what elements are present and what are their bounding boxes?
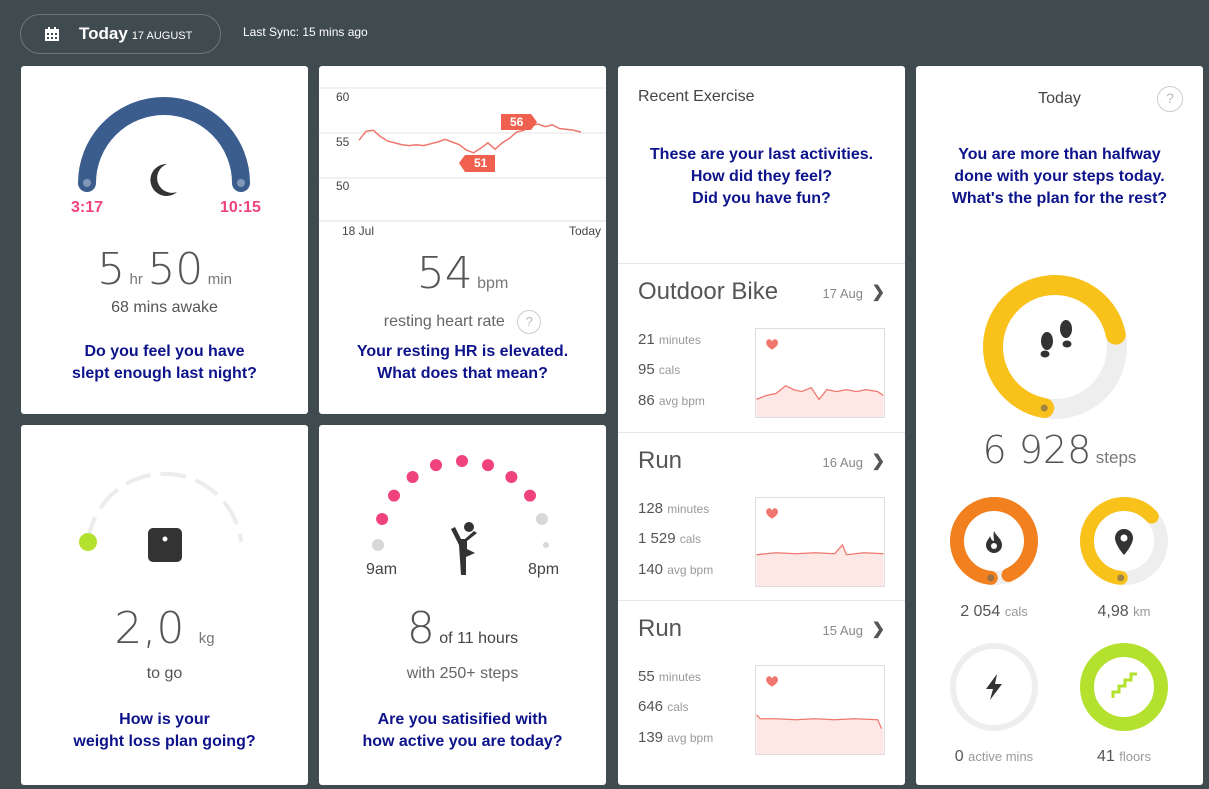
hour-dot — [482, 459, 494, 472]
hour-dot — [376, 513, 389, 525]
resting-hr-caption: resting heart rate ? — [319, 310, 606, 334]
chevron-right-icon[interactable]: ❯ — [872, 451, 885, 471]
hourly-activity-card[interactable]: 9am 8pm 8 of 11 hours with 250+ steps Ar… — [319, 425, 606, 785]
location-pin-icon — [1115, 529, 1133, 555]
weight-card[interactable]: 2,0 kg to go How is your weight loss pla… — [21, 425, 308, 785]
exercise-title: Recent Exercise — [638, 88, 755, 105]
weight-caption: to go — [146, 665, 183, 682]
weight-question: How is your weight loss plan going? — [73, 711, 256, 750]
exercise-name: Run — [638, 447, 683, 474]
exercise-item[interactable]: Outdoor Bike 17 Aug ❯ 21 minutes 95 cals… — [618, 263, 905, 432]
moon-icon — [150, 163, 177, 196]
hour-dot — [406, 471, 419, 483]
hourly-value: 8 of 11 hours — [406, 603, 519, 654]
y-tick-50: 50 — [336, 179, 350, 193]
calories-value: 2 054 cals — [960, 603, 1028, 620]
heart-rate-chart — [319, 87, 606, 222]
x-tick-end: Today — [568, 224, 601, 238]
hr-low-label: 51 — [474, 156, 488, 170]
help-icon[interactable]: ? — [1157, 86, 1183, 112]
steps-value: 6 928 steps — [982, 428, 1137, 472]
footsteps-icon — [1040, 320, 1072, 358]
hour-dot — [505, 471, 518, 483]
stairs-icon — [1111, 672, 1137, 698]
heart-icon — [766, 339, 778, 350]
hourly-caption: with 250+ steps — [406, 665, 519, 682]
steps-card[interactable]: Today ? You are more than halfway done w… — [916, 66, 1203, 785]
hour-dot — [388, 489, 400, 502]
flame-icon — [986, 531, 1002, 553]
awake-minutes: 68 mins awake — [111, 299, 218, 316]
scale-icon — [148, 528, 182, 562]
hourly-start: 9am — [366, 561, 398, 578]
sleep-duration: 5 hr 50 min — [97, 244, 232, 295]
exercise-date: 17 Aug — [822, 286, 864, 301]
weight-value: 2,0 kg — [114, 603, 215, 654]
exercise-bpm: 139 avg bpm — [638, 729, 714, 746]
exercise-date: 15 Aug — [822, 623, 864, 638]
sync-status: Last Sync: 15 mins ago — [243, 25, 368, 39]
y-tick-55: 55 — [336, 135, 350, 149]
exercise-date: 16 Aug — [822, 455, 864, 470]
heart-icon — [766, 676, 778, 687]
hour-dot — [372, 539, 384, 551]
resting-hr-value: 54 bpm — [416, 248, 509, 299]
chevron-right-icon[interactable]: ❯ — [872, 282, 885, 302]
exercise-minutes: 128 minutes — [638, 500, 710, 517]
hr-high-label: 56 — [510, 115, 524, 129]
exercise-minutes: 21 minutes — [638, 331, 701, 348]
exercise-minutes: 55 minutes — [638, 668, 701, 685]
exercise-card[interactable]: Recent Exercise These are your last acti… — [618, 66, 905, 785]
exercise-cals: 1 529 cals — [638, 530, 702, 547]
heart-icon — [766, 508, 778, 519]
sleep-arc — [78, 97, 250, 192]
sleep-card[interactable]: 3:17 10:15 5 hr 50 min 68 mins awake Do … — [21, 66, 308, 414]
exercise-name: Run — [638, 615, 683, 642]
exercise-hr-chart — [755, 328, 885, 418]
sleep-end-time: 10:15 — [220, 199, 261, 216]
hourly-question: Are you satisified with how active you a… — [362, 711, 563, 750]
exercise-cals: 646 cals — [638, 698, 689, 715]
steps-question: You are more than halfway done with your… — [951, 146, 1168, 207]
calendar-icon — [45, 27, 59, 41]
hour-dot — [430, 459, 442, 472]
help-icon[interactable]: ? — [517, 310, 542, 334]
hour-dot — [524, 489, 536, 502]
exercise-bpm: 140 avg bpm — [638, 561, 714, 578]
hourly-end: 8pm — [528, 561, 560, 578]
date-selector[interactable]: Today 17 AUGUST — [20, 14, 221, 54]
today-label: Today — [79, 24, 128, 43]
exercise-item[interactable]: Run 15 Aug ❯ 55 minutes 646 cals 139 avg… — [618, 600, 905, 785]
exercise-bpm: 86 avg bpm — [638, 392, 705, 409]
x-tick-start: 18 Jul — [342, 224, 375, 238]
exercise-question: These are your last activities. How did … — [649, 146, 874, 207]
y-tick-60: 60 — [336, 90, 350, 104]
floors-value: 41 floors — [1096, 748, 1152, 765]
heart-rate-card[interactable]: 56 51 60 55 50 18 Jul Today 54 bpm resti… — [319, 66, 606, 414]
sleep-start-time: 3:17 — [71, 199, 104, 216]
exercise-name: Outdoor Bike — [638, 278, 779, 305]
date-label: 17 AUGUST — [131, 29, 193, 42]
active-minutes-value: 0 active mins — [954, 748, 1034, 765]
hour-dot — [535, 513, 548, 525]
bolt-icon — [986, 674, 1002, 700]
person-icon — [451, 522, 477, 575]
distance-value: 4,98 km — [1097, 603, 1151, 620]
hour-dot — [456, 455, 468, 467]
exercise-cals: 95 cals — [638, 361, 681, 378]
exercise-hr-chart — [755, 497, 885, 587]
hour-dot — [543, 542, 549, 548]
heart-question: Your resting HR is elevated. What does t… — [356, 343, 569, 382]
chevron-right-icon[interactable]: ❯ — [872, 619, 885, 639]
sleep-question: Do you feel you have slept enough last n… — [72, 343, 257, 382]
exercise-hr-chart — [755, 665, 885, 755]
exercise-item[interactable]: Run 16 Aug ❯ 128 minutes 1 529 cals 140 … — [618, 432, 905, 600]
